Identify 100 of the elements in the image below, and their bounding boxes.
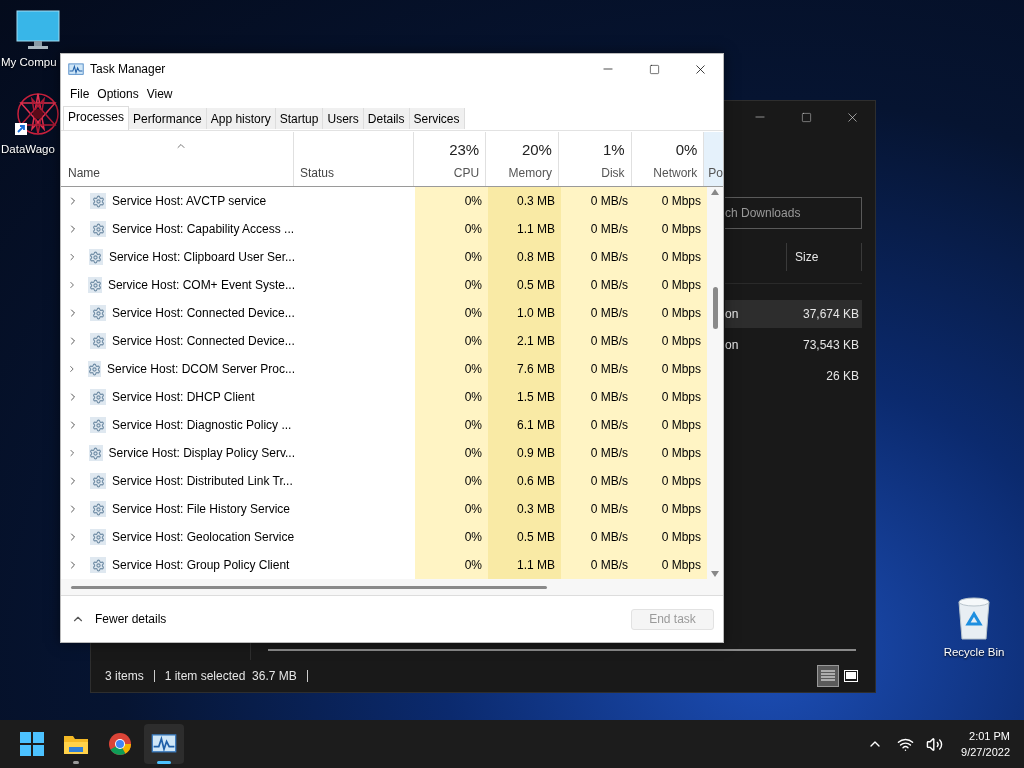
gear-icon <box>90 193 106 209</box>
usage-percent: 1% <box>602 139 625 160</box>
table-cell-text: 0 Mbps <box>661 417 701 434</box>
gear-icon <box>90 333 106 349</box>
file-size: 73,543 KB <box>802 337 859 354</box>
process-name: Service Host: File History Service <box>112 501 291 518</box>
process-name: Service Host: Clipboard User Ser... <box>108 249 295 266</box>
column-header: Size <box>795 249 819 266</box>
table-cell-text: 0% <box>464 305 482 322</box>
status-text: 3 items <box>105 668 144 685</box>
horizontal-scrollbar[interactable] <box>268 649 856 651</box>
taskbar-app-button[interactable] <box>144 724 184 764</box>
process-name: Service Host: DHCP Client <box>112 389 255 406</box>
table-cell-text: 0 MB/s <box>590 361 628 378</box>
maximize-icon <box>800 111 812 123</box>
fewer-details-link[interactable]: Fewer details <box>95 610 167 628</box>
column-header: Disk <box>601 165 625 182</box>
gear-icon <box>90 389 106 405</box>
table-cell-text: 0 Mbps <box>661 361 701 378</box>
process-name: Service Host: Distributed Link Tr... <box>112 473 293 490</box>
chart-monitor-icon <box>151 733 177 755</box>
scroll-down-icon[interactable] <box>711 571 719 577</box>
gear-icon <box>88 445 103 461</box>
file-row[interactable]: 26 KB <box>725 362 862 390</box>
usage-percent: 20% <box>521 139 552 160</box>
process-name: Service Host: COM+ Event Syste... <box>107 277 295 294</box>
table-cell-text: 0 MB/s <box>590 529 628 546</box>
clock[interactable]: 2:01 PM 9/27/2022 <box>961 728 1010 760</box>
gear-icon <box>90 305 106 321</box>
process-name: Service Host: Connected Device... <box>112 333 295 350</box>
tab[interactable]: Details <box>363 108 410 129</box>
table-cell-text: 0.3 MB <box>517 501 555 518</box>
gear-icon <box>90 501 106 517</box>
file-row[interactable]: on 73,543 KB <box>725 331 862 359</box>
table-cell-text: 0% <box>464 445 482 462</box>
table-cell-text: 1.5 MB <box>517 389 555 406</box>
file-name: on <box>725 306 739 323</box>
table-cell-text: 2.1 MB <box>517 333 555 350</box>
browser-icon <box>108 732 132 756</box>
table-cell-text: 0% <box>464 277 482 294</box>
table-cell-text: 0 Mbps <box>661 473 701 490</box>
table-cell-text: 0 MB/s <box>590 249 628 266</box>
table-cell-text: 0.9 MB <box>517 445 555 462</box>
table-cell-text: 0% <box>464 333 482 350</box>
column-header: CPU <box>453 165 480 182</box>
process-name: Service Host: AVCTP service <box>112 193 267 210</box>
column-header: Name <box>68 165 101 182</box>
monitor-icon <box>16 10 60 50</box>
table-cell-text: 0% <box>464 473 482 490</box>
horizontal-scrollbar[interactable] <box>71 585 547 589</box>
table-cell-text: 1.1 MB <box>517 557 555 574</box>
search-field[interactable]: ch Downloads <box>725 197 862 229</box>
clock-date: 9/27/2022 <box>961 745 1010 760</box>
table-cell-text: 0 MB/s <box>590 501 628 518</box>
recycle-bin-icon <box>956 596 992 640</box>
file-name: on <box>725 337 739 354</box>
table-cell-text: 0 Mbps <box>661 557 701 574</box>
desktop-icon-label: Recycle Bin <box>943 645 1005 660</box>
table-cell-text: 0 MB/s <box>590 473 628 490</box>
column-header: Memory <box>508 165 552 182</box>
status-text: 1 item selected 36.7 MB <box>164 668 297 685</box>
table-cell-text: 1.0 MB <box>517 305 555 322</box>
table-cell-text: 0 Mbps <box>661 445 701 462</box>
table-cell-text: 0.8 MB <box>517 249 555 266</box>
tab[interactable]: App history <box>206 108 276 129</box>
table-cell-text: 0 MB/s <box>590 445 628 462</box>
list-view-icon <box>821 670 835 682</box>
vertical-scrollbar[interactable] <box>707 187 723 579</box>
clock-time: 2:01 PM <box>969 729 1010 744</box>
table-cell-text: 0 Mbps <box>661 389 701 406</box>
table-cell-text: 0% <box>464 557 482 574</box>
column-header: Network <box>653 165 698 182</box>
table-cell-text: 0 MB/s <box>590 305 628 322</box>
table-cell-text: 0 Mbps <box>661 501 701 518</box>
tab[interactable]: Services <box>409 108 465 129</box>
menu-item[interactable]: View <box>143 85 176 103</box>
table-cell-text: 0.6 MB <box>517 473 555 490</box>
chart-monitor-icon <box>68 62 84 76</box>
process-name: Service Host: Diagnostic Policy ... <box>112 417 292 434</box>
table-cell-text: 0.3 MB <box>517 193 555 210</box>
table-cell-text: 0 MB/s <box>590 389 628 406</box>
table-cell-text: 0 MB/s <box>590 221 628 238</box>
menu-item[interactable]: Options <box>94 85 142 103</box>
file-row[interactable]: on 37,674 KB <box>725 300 862 328</box>
tab[interactable]: Processes <box>63 106 130 130</box>
table-cell-text: 0 Mbps <box>661 193 701 210</box>
tab[interactable]: Users <box>323 108 364 129</box>
gear-icon <box>90 417 106 433</box>
tab[interactable]: Startup <box>275 108 324 129</box>
table-cell-text: 0% <box>464 417 482 434</box>
gear-icon <box>88 277 102 293</box>
table-cell-text: 0 Mbps <box>661 277 701 294</box>
table-cell-text: 0.5 MB <box>517 529 555 546</box>
tab[interactable]: Performance <box>129 108 207 129</box>
table-cell-text: 0 MB/s <box>590 333 628 350</box>
gear-icon <box>90 557 106 573</box>
menu-item[interactable]: File <box>67 85 93 103</box>
volume-icon[interactable] <box>926 735 944 753</box>
table-cell-text: 0% <box>464 389 482 406</box>
scroll-up-icon[interactable] <box>711 189 719 195</box>
